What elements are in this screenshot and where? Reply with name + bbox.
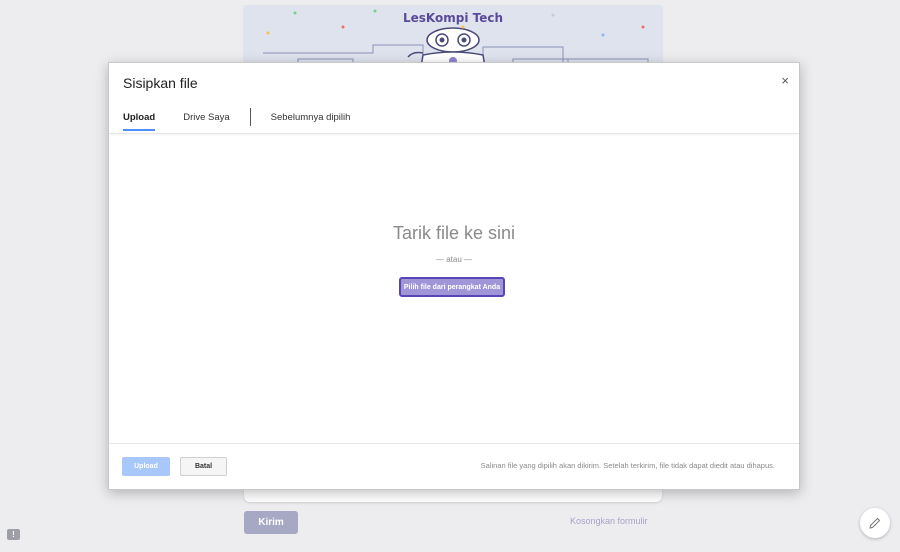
pencil-icon [869,517,881,529]
feedback-icon[interactable]: ! [7,529,20,540]
tab-sebelumnya-dipilih[interactable]: Sebelumnya dipilih [271,112,351,129]
upload-button[interactable]: Upload [122,457,170,476]
form-banner: LesKompi Tech [243,5,663,67]
pick-file-button[interactable]: Pilih file dari perangkat Anda [399,277,505,297]
close-icon[interactable]: × [781,74,789,87]
drop-zone-title: Tarik file ke sini [392,223,516,243]
banner-title: LesKompi Tech [402,11,504,25]
tab-separator [249,108,251,126]
insert-file-dialog: Sisipkan file × Upload Drive Saya Sebelu… [108,62,800,490]
tab-drive-saya[interactable]: Drive Saya [183,112,229,129]
tab-upload[interactable]: Upload [123,112,156,131]
drop-zone-or: — atau — [435,255,472,264]
footer-divider [109,443,799,444]
dialog-title: Sisipkan file [123,75,198,91]
dialog-tabs: Upload Drive Saya Sebelumnya dipilih [123,107,350,133]
submit-button[interactable]: Kirim [244,511,298,534]
cancel-button[interactable]: Batal [180,457,227,476]
edit-button[interactable] [860,508,890,538]
clear-form-link[interactable]: Kosongkan formulir [570,516,648,526]
tabs-divider [109,133,799,134]
footer-note: Salinan file yang dipilih akan dikirim. … [480,461,775,470]
